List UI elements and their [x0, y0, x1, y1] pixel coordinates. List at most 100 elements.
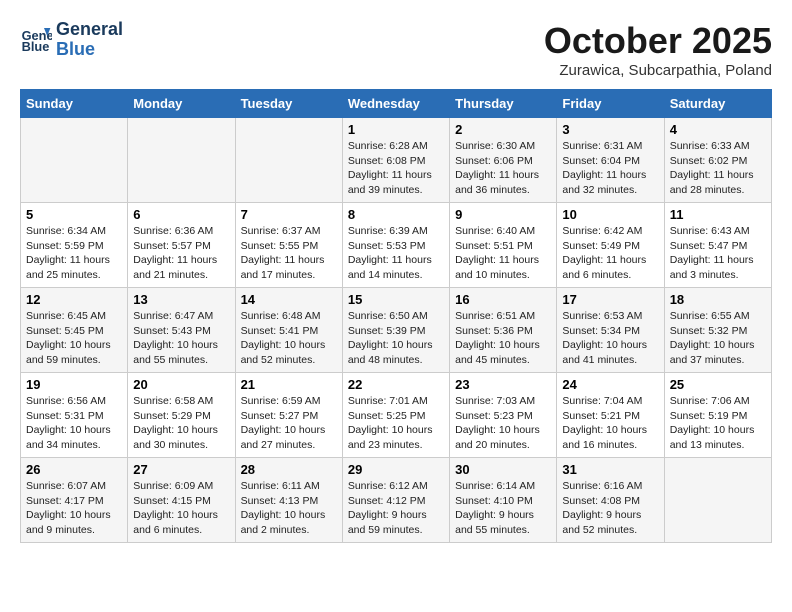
calendar-cell: 9 Sunrise: 6:40 AM Sunset: 5:51 PM Dayli… [450, 203, 557, 288]
calendar-cell: 24 Sunrise: 7:04 AM Sunset: 5:21 PM Dayl… [557, 373, 664, 458]
day-number: 27 [133, 462, 229, 477]
sunrise-text: Sunrise: 6:37 AM [241, 225, 321, 237]
day-number: 24 [562, 377, 658, 392]
page-header: General Blue General Blue October 2025 Z… [20, 20, 772, 79]
sunrise-text: Sunrise: 6:47 AM [133, 310, 213, 322]
calendar-cell: 22 Sunrise: 7:01 AM Sunset: 5:25 PM Dayl… [342, 373, 449, 458]
calendar-cell [664, 458, 771, 543]
day-number: 4 [670, 122, 766, 137]
header-tuesday: Tuesday [235, 90, 342, 118]
sunset-text: Sunset: 5:34 PM [562, 325, 640, 337]
sunrise-text: Sunrise: 6:55 AM [670, 310, 750, 322]
daylight-text: Daylight: 10 hours and 34 minutes. [26, 424, 111, 451]
sunrise-text: Sunrise: 6:40 AM [455, 225, 535, 237]
calendar-cell [21, 118, 128, 203]
calendar-row-3: 19 Sunrise: 6:56 AM Sunset: 5:31 PM Dayl… [21, 373, 772, 458]
sunset-text: Sunset: 6:06 PM [455, 155, 533, 167]
daylight-text: Daylight: 11 hours and 21 minutes. [133, 254, 217, 281]
sunrise-text: Sunrise: 6:56 AM [26, 395, 106, 407]
sunrise-text: Sunrise: 7:06 AM [670, 395, 750, 407]
sunset-text: Sunset: 5:41 PM [241, 325, 319, 337]
daylight-text: Daylight: 11 hours and 36 minutes. [455, 169, 539, 196]
location-subtitle: Zurawica, Subcarpathia, Poland [544, 62, 772, 79]
daylight-text: Daylight: 11 hours and 14 minutes. [348, 254, 432, 281]
daylight-text: Daylight: 11 hours and 17 minutes. [241, 254, 325, 281]
sunset-text: Sunset: 6:02 PM [670, 155, 748, 167]
daylight-text: Daylight: 10 hours and 13 minutes. [670, 424, 755, 451]
sunrise-text: Sunrise: 6:34 AM [26, 225, 106, 237]
day-number: 2 [455, 122, 551, 137]
daylight-text: Daylight: 10 hours and 27 minutes. [241, 424, 326, 451]
sunrise-text: Sunrise: 6:33 AM [670, 140, 750, 152]
calendar-cell: 27 Sunrise: 6:09 AM Sunset: 4:15 PM Dayl… [128, 458, 235, 543]
calendar-cell: 6 Sunrise: 6:36 AM Sunset: 5:57 PM Dayli… [128, 203, 235, 288]
daylight-text: Daylight: 9 hours and 52 minutes. [562, 509, 641, 536]
sunset-text: Sunset: 4:15 PM [133, 495, 211, 507]
day-number: 21 [241, 377, 337, 392]
sunrise-text: Sunrise: 6:45 AM [26, 310, 106, 322]
calendar-cell: 13 Sunrise: 6:47 AM Sunset: 5:43 PM Dayl… [128, 288, 235, 373]
sunset-text: Sunset: 4:12 PM [348, 495, 426, 507]
daylight-text: Daylight: 10 hours and 2 minutes. [241, 509, 326, 536]
sunrise-text: Sunrise: 6:48 AM [241, 310, 321, 322]
day-number: 13 [133, 292, 229, 307]
day-number: 19 [26, 377, 122, 392]
day-number: 20 [133, 377, 229, 392]
sunset-text: Sunset: 5:27 PM [241, 410, 319, 422]
day-number: 31 [562, 462, 658, 477]
sunset-text: Sunset: 5:47 PM [670, 240, 748, 252]
calendar-table: Sunday Monday Tuesday Wednesday Thursday… [20, 89, 772, 543]
calendar-cell [235, 118, 342, 203]
sunrise-text: Sunrise: 6:28 AM [348, 140, 428, 152]
daylight-text: Daylight: 11 hours and 10 minutes. [455, 254, 539, 281]
sunset-text: Sunset: 5:21 PM [562, 410, 640, 422]
sunrise-text: Sunrise: 7:04 AM [562, 395, 642, 407]
daylight-text: Daylight: 10 hours and 9 minutes. [26, 509, 111, 536]
calendar-cell: 28 Sunrise: 6:11 AM Sunset: 4:13 PM Dayl… [235, 458, 342, 543]
sunset-text: Sunset: 5:45 PM [26, 325, 104, 337]
daylight-text: Daylight: 11 hours and 32 minutes. [562, 169, 646, 196]
sunset-text: Sunset: 6:08 PM [348, 155, 426, 167]
daylight-text: Daylight: 10 hours and 45 minutes. [455, 339, 540, 366]
sunset-text: Sunset: 5:31 PM [26, 410, 104, 422]
daylight-text: Daylight: 10 hours and 41 minutes. [562, 339, 647, 366]
day-number: 10 [562, 207, 658, 222]
header-thursday: Thursday [450, 90, 557, 118]
sunset-text: Sunset: 5:19 PM [670, 410, 748, 422]
sunset-text: Sunset: 5:32 PM [670, 325, 748, 337]
day-number: 28 [241, 462, 337, 477]
sunrise-text: Sunrise: 7:03 AM [455, 395, 535, 407]
sunrise-text: Sunrise: 6:14 AM [455, 480, 535, 492]
logo-icon: General Blue [20, 24, 52, 56]
sunset-text: Sunset: 5:39 PM [348, 325, 426, 337]
calendar-cell: 18 Sunrise: 6:55 AM Sunset: 5:32 PM Dayl… [664, 288, 771, 373]
daylight-text: Daylight: 10 hours and 59 minutes. [26, 339, 111, 366]
day-number: 7 [241, 207, 337, 222]
day-number: 26 [26, 462, 122, 477]
day-number: 18 [670, 292, 766, 307]
calendar-cell: 23 Sunrise: 7:03 AM Sunset: 5:23 PM Dayl… [450, 373, 557, 458]
sunrise-text: Sunrise: 6:31 AM [562, 140, 642, 152]
sunset-text: Sunset: 5:57 PM [133, 240, 211, 252]
day-number: 14 [241, 292, 337, 307]
calendar-cell: 12 Sunrise: 6:45 AM Sunset: 5:45 PM Dayl… [21, 288, 128, 373]
sunrise-text: Sunrise: 6:42 AM [562, 225, 642, 237]
daylight-text: Daylight: 9 hours and 55 minutes. [455, 509, 534, 536]
daylight-text: Daylight: 10 hours and 37 minutes. [670, 339, 755, 366]
daylight-text: Daylight: 10 hours and 23 minutes. [348, 424, 433, 451]
calendar-cell: 14 Sunrise: 6:48 AM Sunset: 5:41 PM Dayl… [235, 288, 342, 373]
sunset-text: Sunset: 4:08 PM [562, 495, 640, 507]
calendar-cell: 7 Sunrise: 6:37 AM Sunset: 5:55 PM Dayli… [235, 203, 342, 288]
day-number: 25 [670, 377, 766, 392]
calendar-cell: 29 Sunrise: 6:12 AM Sunset: 4:12 PM Dayl… [342, 458, 449, 543]
day-number: 8 [348, 207, 444, 222]
sunset-text: Sunset: 5:29 PM [133, 410, 211, 422]
calendar-cell: 31 Sunrise: 6:16 AM Sunset: 4:08 PM Dayl… [557, 458, 664, 543]
sunrise-text: Sunrise: 6:07 AM [26, 480, 106, 492]
calendar-cell: 30 Sunrise: 6:14 AM Sunset: 4:10 PM Dayl… [450, 458, 557, 543]
day-number: 5 [26, 207, 122, 222]
day-number: 15 [348, 292, 444, 307]
calendar-row-1: 5 Sunrise: 6:34 AM Sunset: 5:59 PM Dayli… [21, 203, 772, 288]
day-number: 23 [455, 377, 551, 392]
sunrise-text: Sunrise: 6:30 AM [455, 140, 535, 152]
